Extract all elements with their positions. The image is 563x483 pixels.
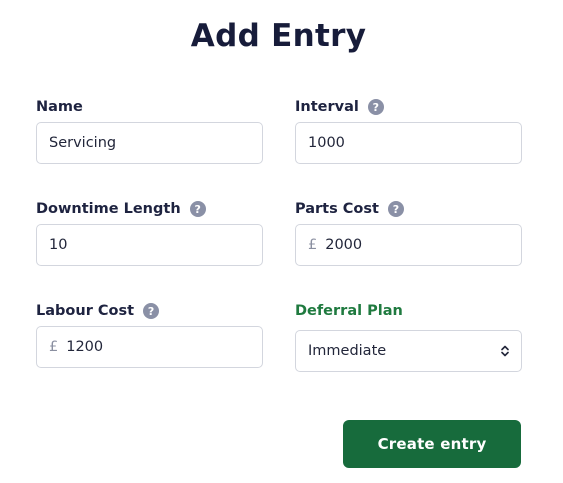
parts-cost-field-group: Parts Cost ? £ 2000 [295,198,522,266]
downtime-length-field-group: Downtime Length ? 10 [36,198,263,266]
currency-prefix: £ [308,237,318,253]
name-input[interactable]: Servicing [36,122,263,164]
interval-field-group: Interval ? 1000 [295,96,522,164]
name-input-value: Servicing [49,135,117,151]
labour-cost-input[interactable]: £ 1200 [36,326,263,368]
interval-input-value: 1000 [308,135,345,151]
downtime-length-input[interactable]: 10 [36,224,263,266]
interval-input[interactable]: 1000 [295,122,522,164]
question-circle-icon[interactable]: ? [367,99,384,115]
downtime-length-label: Downtime Length [36,201,181,217]
interval-label: Interval [295,99,359,115]
question-circle-icon[interactable]: ? [143,303,160,319]
deferral-plan-field-group: Deferral Plan Immediate [295,300,522,372]
question-circle-icon[interactable]: ? [387,201,404,217]
labour-cost-label: Labour Cost [36,303,135,319]
parts-cost-input[interactable]: £ 2000 [295,224,522,266]
up-down-chevron-icon [501,345,509,357]
deferral-plan-label: Deferral Plan [295,303,403,319]
page-title: Add Entry [190,18,367,54]
name-field-group: Name Servicing [36,96,263,164]
question-circle-icon[interactable]: ? [189,201,206,217]
currency-prefix: £ [49,339,59,355]
deferral-plan-selected-value: Immediate [308,343,387,359]
deferral-plan-select[interactable]: Immediate [295,330,522,372]
create-entry-button[interactable]: Create entry [343,420,521,468]
parts-cost-input-value: 2000 [325,237,363,253]
labour-cost-field-group: Labour Cost ? £ 1200 [36,300,263,368]
labour-cost-input-value: 1200 [66,339,104,355]
parts-cost-label: Parts Cost [295,201,379,217]
downtime-length-input-value: 10 [49,237,68,253]
name-label: Name [36,99,83,115]
